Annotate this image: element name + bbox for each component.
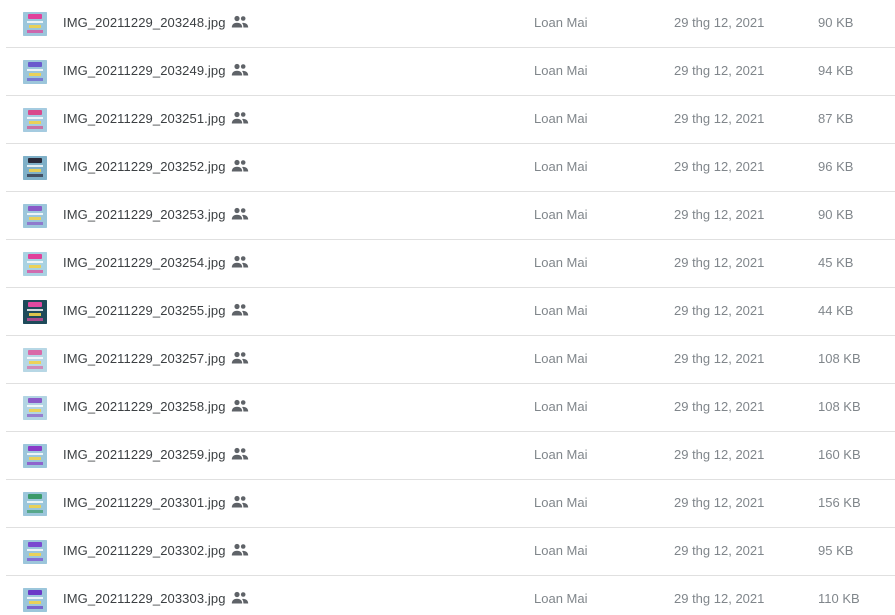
file-size: 90 KB bbox=[818, 15, 854, 30]
image-thumbnail bbox=[23, 60, 47, 84]
owner-name: Loan Mai bbox=[534, 255, 588, 270]
file-row[interactable]: IMG_20211229_203251.jpg Loan Mai 29 thg … bbox=[6, 96, 895, 144]
file-size: 44 KB bbox=[818, 303, 854, 318]
file-row[interactable]: IMG_20211229_203248.jpg Loan Mai 29 thg … bbox=[6, 0, 895, 48]
file-size: 108 KB bbox=[818, 351, 861, 366]
file-size: 94 KB bbox=[818, 63, 854, 78]
modified-date: 29 thg 12, 2021 bbox=[674, 15, 765, 30]
file-row[interactable]: IMG_20211229_203259.jpg Loan Mai 29 thg … bbox=[6, 432, 895, 480]
file-size: 108 KB bbox=[818, 399, 861, 414]
people-icon bbox=[231, 303, 249, 317]
owner-name: Loan Mai bbox=[534, 543, 588, 558]
modified-date: 29 thg 12, 2021 bbox=[674, 159, 765, 174]
file-size: 110 KB bbox=[818, 591, 860, 606]
file-row[interactable]: IMG_20211229_203258.jpg Loan Mai 29 thg … bbox=[6, 384, 895, 432]
people-icon bbox=[231, 495, 249, 509]
people-icon bbox=[231, 447, 249, 461]
file-row[interactable]: IMG_20211229_203254.jpg Loan Mai 29 thg … bbox=[6, 240, 895, 288]
file-size: 90 KB bbox=[818, 207, 854, 222]
file-name[interactable]: IMG_20211229_203301.jpg bbox=[63, 495, 226, 510]
people-icon bbox=[231, 15, 249, 29]
file-size: 45 KB bbox=[818, 255, 854, 270]
file-name[interactable]: IMG_20211229_203259.jpg bbox=[63, 447, 226, 462]
owner-name: Loan Mai bbox=[534, 303, 588, 318]
owner-name: Loan Mai bbox=[534, 111, 588, 126]
file-row[interactable]: IMG_20211229_203301.jpg Loan Mai 29 thg … bbox=[6, 480, 895, 528]
image-thumbnail bbox=[23, 444, 47, 468]
owner-name: Loan Mai bbox=[534, 399, 588, 414]
file-name[interactable]: IMG_20211229_203303.jpg bbox=[63, 591, 226, 606]
modified-date: 29 thg 12, 2021 bbox=[674, 447, 765, 462]
owner-name: Loan Mai bbox=[534, 15, 588, 30]
modified-date: 29 thg 12, 2021 bbox=[674, 207, 765, 222]
people-icon bbox=[231, 351, 249, 365]
file-row[interactable]: IMG_20211229_203255.jpg Loan Mai 29 thg … bbox=[6, 288, 895, 336]
people-icon bbox=[231, 207, 249, 221]
file-row[interactable]: IMG_20211229_203252.jpg Loan Mai 29 thg … bbox=[6, 144, 895, 192]
owner-name: Loan Mai bbox=[534, 63, 588, 78]
owner-name: Loan Mai bbox=[534, 351, 588, 366]
file-row[interactable]: IMG_20211229_203257.jpg Loan Mai 29 thg … bbox=[6, 336, 895, 384]
modified-date: 29 thg 12, 2021 bbox=[674, 399, 765, 414]
owner-name: Loan Mai bbox=[534, 159, 588, 174]
image-thumbnail bbox=[23, 156, 47, 180]
modified-date: 29 thg 12, 2021 bbox=[674, 63, 765, 78]
file-size: 156 KB bbox=[818, 495, 861, 510]
file-name[interactable]: IMG_20211229_203248.jpg bbox=[63, 15, 226, 30]
modified-date: 29 thg 12, 2021 bbox=[674, 303, 765, 318]
file-name[interactable]: IMG_20211229_203302.jpg bbox=[63, 543, 226, 558]
file-name[interactable]: IMG_20211229_203255.jpg bbox=[63, 303, 226, 318]
image-thumbnail bbox=[23, 300, 47, 324]
people-icon bbox=[231, 399, 249, 413]
file-size: 96 KB bbox=[818, 159, 854, 174]
file-name[interactable]: IMG_20211229_203257.jpg bbox=[63, 351, 226, 366]
file-row[interactable]: IMG_20211229_203302.jpg Loan Mai 29 thg … bbox=[6, 528, 895, 576]
owner-name: Loan Mai bbox=[534, 591, 588, 606]
file-name[interactable]: IMG_20211229_203249.jpg bbox=[63, 63, 226, 78]
image-thumbnail bbox=[23, 588, 47, 612]
people-icon bbox=[231, 63, 249, 77]
modified-date: 29 thg 12, 2021 bbox=[674, 495, 765, 510]
modified-date: 29 thg 12, 2021 bbox=[674, 111, 765, 126]
image-thumbnail bbox=[23, 108, 47, 132]
people-icon bbox=[231, 255, 249, 269]
file-row[interactable]: IMG_20211229_203253.jpg Loan Mai 29 thg … bbox=[6, 192, 895, 240]
file-name[interactable]: IMG_20211229_203251.jpg bbox=[63, 111, 226, 126]
image-thumbnail bbox=[23, 492, 47, 516]
image-thumbnail bbox=[23, 204, 47, 228]
file-name[interactable]: IMG_20211229_203254.jpg bbox=[63, 255, 226, 270]
image-thumbnail bbox=[23, 348, 47, 372]
image-thumbnail bbox=[23, 12, 47, 36]
modified-date: 29 thg 12, 2021 bbox=[674, 351, 765, 366]
modified-date: 29 thg 12, 2021 bbox=[674, 255, 765, 270]
owner-name: Loan Mai bbox=[534, 447, 588, 462]
file-name[interactable]: IMG_20211229_203252.jpg bbox=[63, 159, 226, 174]
people-icon bbox=[231, 111, 249, 125]
owner-name: Loan Mai bbox=[534, 495, 588, 510]
owner-name: Loan Mai bbox=[534, 207, 588, 222]
people-icon bbox=[231, 591, 249, 605]
modified-date: 29 thg 12, 2021 bbox=[674, 543, 765, 558]
file-row[interactable]: IMG_20211229_203303.jpg Loan Mai 29 thg … bbox=[6, 576, 895, 615]
image-thumbnail bbox=[23, 540, 47, 564]
file-row[interactable]: IMG_20211229_203249.jpg Loan Mai 29 thg … bbox=[6, 48, 895, 96]
file-name[interactable]: IMG_20211229_203258.jpg bbox=[63, 399, 226, 414]
people-icon bbox=[231, 543, 249, 557]
file-size: 160 KB bbox=[818, 447, 861, 462]
modified-date: 29 thg 12, 2021 bbox=[674, 591, 765, 606]
image-thumbnail bbox=[23, 252, 47, 276]
file-list: IMG_20211229_203248.jpg Loan Mai 29 thg … bbox=[6, 0, 895, 615]
image-thumbnail bbox=[23, 396, 47, 420]
file-size: 87 KB bbox=[818, 111, 854, 126]
people-icon bbox=[231, 159, 249, 173]
file-size: 95 KB bbox=[818, 543, 854, 558]
file-name[interactable]: IMG_20211229_203253.jpg bbox=[63, 207, 226, 222]
